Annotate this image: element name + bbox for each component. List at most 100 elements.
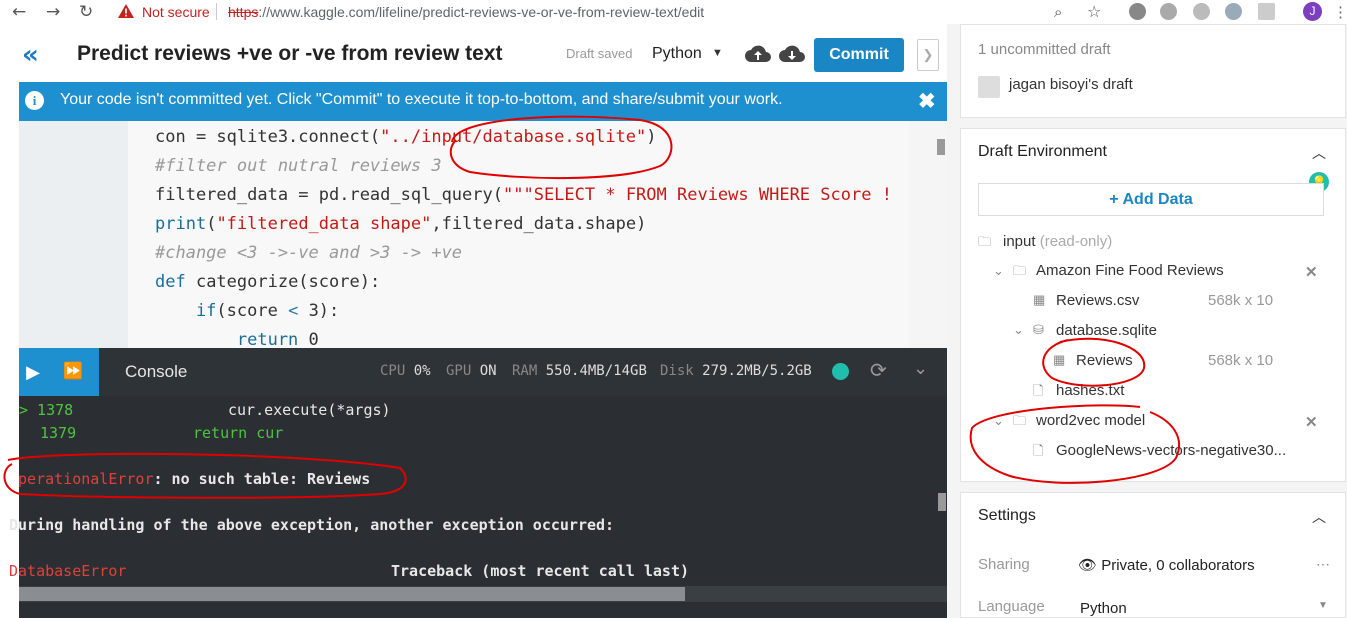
bookmark-star-icon[interactable]: ☆ <box>1087 2 1101 21</box>
editor-scrollbar[interactable] <box>909 121 947 348</box>
code-line[interactable]: #change <3 ->-ve and >3 -> +ve <box>155 243 462 263</box>
editor-gutter <box>19 121 128 348</box>
disk-stat: Disk 279.2MB/5.2GB <box>660 363 812 379</box>
tree-reviews-csv[interactable]: Reviews.csv <box>1056 292 1139 309</box>
console-hscroll-thumb[interactable] <box>19 587 685 601</box>
readonly-label: (read-only) <box>1039 233 1113 250</box>
code-line[interactable]: print("filtered_data shape",filtered_dat… <box>155 214 646 234</box>
url-scheme: https <box>228 4 259 20</box>
tree-dataset-word2vec[interactable]: word2vec model <box>1036 412 1145 429</box>
code-token: def <box>155 272 186 292</box>
chevron-down-icon[interactable]: ▼ <box>712 47 723 59</box>
cpu-label: CPU <box>380 363 406 379</box>
settings-title: Settings <box>978 507 1036 524</box>
code-line[interactable]: #filter out nutral reviews 3 <box>155 156 442 176</box>
close-icon[interactable]: ✖ <box>918 89 936 114</box>
address-bar[interactable]: https://www.kaggle.com/lifeline/predict-… <box>228 4 704 20</box>
tree-reviews-table[interactable]: Reviews <box>1076 352 1133 369</box>
run-all-icon[interactable]: ⏩ <box>47 348 99 396</box>
refresh-icon[interactable]: ⟳ <box>870 358 887 383</box>
reload-icon[interactable]: ↻ <box>79 2 93 22</box>
traceback-header: Traceback (most recent call last) <box>391 562 690 580</box>
language-value[interactable]: Python <box>1080 600 1127 617</box>
folder-icon: 🗀 <box>978 234 992 249</box>
language-label: Language <box>978 598 1045 615</box>
back-icon[interactable]: ← <box>12 2 26 22</box>
code-token: "../input/database.sqlite" <box>380 127 647 147</box>
console-code: return cur <box>193 424 284 442</box>
tree-database-sqlite[interactable]: database.sqlite <box>1056 322 1157 339</box>
gpu-label: GPU <box>446 363 472 379</box>
tree-dataset-amazon[interactable]: Amazon Fine Food Reviews <box>1036 262 1224 279</box>
profile-avatar[interactable]: J <box>1303 2 1322 21</box>
run-icon[interactable]: ▶ <box>19 348 47 396</box>
console-output[interactable] <box>19 396 947 586</box>
code-token: filtered_data = pd.read_sql_query( <box>155 185 503 205</box>
commit-button[interactable]: Commit <box>814 38 904 72</box>
file-size: 568k x 10 <box>1208 292 1274 309</box>
tree-input[interactable]: input (read-only) <box>1003 233 1112 250</box>
security-status[interactable]: Not secure <box>142 4 210 20</box>
chevron-down-icon[interactable]: ⌄ <box>913 358 928 379</box>
extension-icon[interactable] <box>1129 3 1146 20</box>
add-data-label: Add Data <box>1122 191 1193 208</box>
editor-scroll-thumb[interactable] <box>937 139 945 155</box>
forward-icon[interactable]: → <box>46 2 60 22</box>
code-token: ( <box>206 214 217 234</box>
console-scroll-thumb[interactable] <box>938 493 946 511</box>
language-select[interactable]: Python <box>652 45 702 63</box>
code-line[interactable]: filtered_data = pd.read_sql_query("""SEL… <box>155 185 892 205</box>
database-error-name: DatabaseError <box>9 562 127 580</box>
download-icon[interactable] <box>779 42 805 66</box>
plus-icon: + <box>1109 191 1123 208</box>
session-status-icon <box>832 363 849 380</box>
code-token: #change <3 ->-ve and >3 -> +ve <box>155 243 463 263</box>
error-message: : no such table: Reviews <box>153 470 371 488</box>
collapse-sidebar-icon[interactable]: « <box>22 40 39 70</box>
console-code: cur.execute(*args) <box>228 401 391 419</box>
draft-card <box>960 24 1346 118</box>
console-title[interactable]: Console <box>125 362 187 382</box>
browser-menu-icon[interactable]: ⋮ <box>1333 3 1347 21</box>
chevron-down-icon[interactable]: ⌄ <box>993 263 1004 279</box>
draft-name[interactable]: jagan bisoyi's draft <box>1009 76 1133 93</box>
cpu-value: 0% <box>413 363 431 379</box>
extension-icon[interactable] <box>1225 3 1242 20</box>
upload-icon[interactable] <box>745 42 771 66</box>
chevron-up-icon[interactable]: ︿ <box>1312 143 1326 163</box>
remove-dataset-icon[interactable]: ✕ <box>1305 263 1318 281</box>
cpu-stat: CPU 0% <box>380 363 431 379</box>
code-token: ,filtered_data.shape) <box>431 214 647 234</box>
sharing-value-text: Private, 0 collaborators <box>1101 557 1255 574</box>
sharing-value[interactable]: 👁 Private, 0 collaborators <box>1078 556 1255 574</box>
tree-hashes[interactable]: hashes.txt <box>1056 382 1124 399</box>
input-label: input <box>1003 233 1036 250</box>
code-token: #filter out nutral reviews 3 <box>155 156 442 176</box>
disk-value: 279.2MB/5.2GB <box>702 363 812 379</box>
disk-label: Disk <box>660 363 694 379</box>
code-token: 0 <box>298 330 319 348</box>
extension-icon[interactable] <box>1258 3 1275 20</box>
kernel-title[interactable]: Predict reviews +ve or -ve from review t… <box>77 42 502 66</box>
zoom-icon[interactable]: ⌕ <box>1054 3 1062 21</box>
add-data-button[interactable]: + Add Data <box>978 183 1324 216</box>
extension-icon[interactable] <box>1193 3 1210 20</box>
code-line[interactable]: if(score < 3): <box>155 301 339 321</box>
chevron-down-icon[interactable]: ⌄ <box>1013 322 1024 338</box>
expand-panel-button[interactable]: ❯ <box>917 39 939 71</box>
chevron-up-icon[interactable]: ︿ <box>1312 507 1326 527</box>
code-line[interactable]: con = sqlite3.connect("../input/database… <box>155 127 657 147</box>
chevron-down-icon[interactable]: ▼ <box>1318 600 1328 611</box>
remove-dataset-icon[interactable]: ✕ <box>1305 413 1318 431</box>
code-line[interactable]: return 0 <box>155 330 319 348</box>
code-token: < <box>288 301 299 321</box>
code-token: """SELECT * FROM Reviews WHERE Score ! <box>503 185 892 205</box>
uncommitted-count[interactable]: 1 uncommitted draft <box>978 41 1111 58</box>
chevron-down-icon[interactable]: ⌄ <box>993 413 1004 429</box>
tree-googlenews[interactable]: GoogleNews-vectors-negative30... <box>1056 442 1286 459</box>
skype-icon[interactable] <box>1160 3 1177 20</box>
more-icon[interactable]: ⋯ <box>1316 556 1330 573</box>
gpu-value: ON <box>479 363 497 379</box>
code-line[interactable]: def categorize(score): <box>155 272 380 292</box>
sharing-label: Sharing <box>978 556 1030 573</box>
